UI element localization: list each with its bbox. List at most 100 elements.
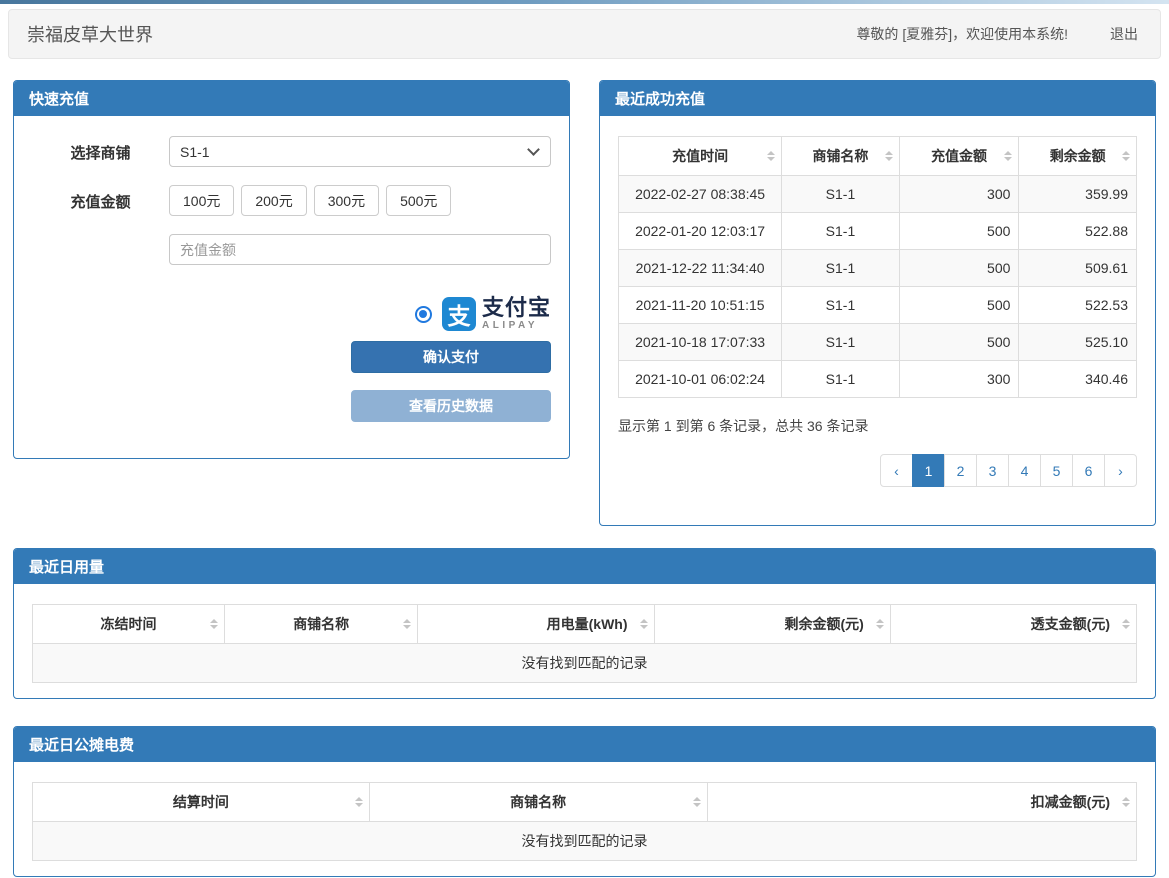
logout-link[interactable]: 退出	[1110, 24, 1138, 44]
cell-shop-name: S1-1	[782, 213, 900, 250]
column-header-power-usage[interactable]: 用电量(kWh)	[418, 605, 654, 644]
amount-500-button[interactable]: 500元	[386, 185, 451, 216]
cell-recharge-amount: 500	[899, 213, 1019, 250]
amount-input[interactable]	[169, 234, 551, 265]
cell-remaining-amount: 340.46	[1019, 361, 1137, 398]
alipay-radio[interactable]	[415, 306, 432, 323]
cell-recharge-time: 2022-01-20 12:03:17	[619, 213, 782, 250]
column-header-overdraft-amount[interactable]: 透支金额(元)	[890, 605, 1136, 644]
cell-recharge-amount: 300	[899, 361, 1019, 398]
top-accent-bar	[0, 0, 1169, 4]
recent-recharge-table: 充值时间 商铺名称 充值金额 剩余金额 2022-02-27 08:38:45 …	[618, 136, 1137, 398]
cell-recharge-time: 2021-12-22 11:34:40	[619, 250, 782, 287]
cell-recharge-time: 2021-11-20 10:51:15	[619, 287, 782, 324]
sort-icon	[1122, 797, 1130, 807]
shop-select[interactable]: S1-1	[169, 136, 551, 167]
shared-fee-panel-title: 最近日公摊电费	[14, 727, 1155, 762]
pagination-prev[interactable]: ‹	[880, 454, 913, 487]
amount-label: 充值金额	[32, 185, 169, 216]
alipay-name: 支付宝	[482, 297, 551, 319]
daily-usage-panel: 最近日用量 冻结时间 商铺名称 用电量(kWh) 剩余金额(元) 透支金额(元)…	[13, 548, 1156, 699]
pagination-page-4[interactable]: 4	[1008, 454, 1041, 487]
sort-icon	[210, 619, 218, 629]
shared-fee-table: 结算时间 商铺名称 扣减金额(元) 没有找到匹配的记录	[32, 782, 1137, 861]
view-history-button[interactable]: 查看历史数据	[351, 390, 551, 422]
sort-icon	[355, 797, 363, 807]
cell-recharge-amount: 500	[899, 287, 1019, 324]
sort-icon	[876, 619, 884, 629]
daily-usage-table: 冻结时间 商铺名称 用电量(kWh) 剩余金额(元) 透支金额(元) 没有找到匹…	[32, 604, 1137, 683]
pagination-page-2[interactable]: 2	[944, 454, 977, 487]
sort-icon	[1122, 619, 1130, 629]
amount-100-button[interactable]: 100元	[169, 185, 234, 216]
empty-row: 没有找到匹配的记录	[33, 644, 1137, 683]
cell-shop-name: S1-1	[782, 361, 900, 398]
cell-recharge-time: 2021-10-18 17:07:33	[619, 324, 782, 361]
table-header-row: 冻结时间 商铺名称 用电量(kWh) 剩余金额(元) 透支金额(元)	[33, 605, 1137, 644]
recent-recharge-panel-title: 最近成功充值	[600, 81, 1155, 116]
cell-shop-name: S1-1	[782, 287, 900, 324]
confirm-pay-button[interactable]: 确认支付	[351, 341, 551, 373]
daily-usage-panel-title: 最近日用量	[14, 549, 1155, 584]
cell-remaining-amount: 525.10	[1019, 324, 1137, 361]
alipay-subtitle: ALIPAY	[482, 320, 551, 331]
table-header-row: 充值时间 商铺名称 充值金额 剩余金额	[619, 137, 1137, 176]
cell-remaining-amount: 509.61	[1019, 250, 1137, 287]
pagination-next[interactable]: ›	[1104, 454, 1137, 487]
table-row: 2022-01-20 12:03:17 S1-1 500 522.88	[619, 213, 1137, 250]
table-row: 2021-10-01 06:02:24 S1-1 300 340.46	[619, 361, 1137, 398]
table-row: 2022-02-27 08:38:45 S1-1 300 359.99	[619, 176, 1137, 213]
pagination-page-1[interactable]: 1	[912, 454, 945, 487]
cell-shop-name: S1-1	[782, 324, 900, 361]
table-row: 2021-12-22 11:34:40 S1-1 500 509.61	[619, 250, 1137, 287]
column-header-shop-name[interactable]: 商铺名称	[782, 137, 900, 176]
alipay-icon: 支	[442, 297, 476, 331]
quick-recharge-panel: 快速充值 选择商铺 S1-1 充值金额 100元 200元 300元 500元	[13, 80, 570, 459]
column-header-shop-name[interactable]: 商铺名称	[369, 783, 707, 822]
shop-select-label: 选择商铺	[32, 136, 169, 167]
no-records-message: 没有找到匹配的记录	[33, 644, 1137, 683]
alipay-logo: 支 支付宝 ALIPAY	[442, 297, 551, 331]
column-header-recharge-amount[interactable]: 充值金额	[899, 137, 1019, 176]
pagination-page-5[interactable]: 5	[1040, 454, 1073, 487]
cell-remaining-amount: 522.88	[1019, 213, 1137, 250]
cell-recharge-amount: 300	[899, 176, 1019, 213]
column-header-settle-time[interactable]: 结算时间	[33, 783, 370, 822]
table-header-row: 结算时间 商铺名称 扣减金额(元)	[33, 783, 1137, 822]
cell-recharge-time: 2022-02-27 08:38:45	[619, 176, 782, 213]
column-header-remaining-amount[interactable]: 剩余金额(元)	[654, 605, 890, 644]
table-row: 2021-11-20 10:51:15 S1-1 500 522.53	[619, 287, 1137, 324]
column-header-freeze-time[interactable]: 冻结时间	[33, 605, 225, 644]
cell-remaining-amount: 359.99	[1019, 176, 1137, 213]
cell-recharge-amount: 500	[899, 324, 1019, 361]
cell-remaining-amount: 522.53	[1019, 287, 1137, 324]
alipay-payment-option[interactable]: 支 支付宝 ALIPAY	[32, 297, 551, 331]
column-header-shop-name[interactable]: 商铺名称	[225, 605, 418, 644]
sort-icon	[767, 151, 775, 161]
column-header-deduct-amount[interactable]: 扣减金额(元)	[707, 783, 1136, 822]
top-row: 快速充值 选择商铺 S1-1 充值金额 100元 200元 300元 500元	[0, 80, 1169, 526]
amount-300-button[interactable]: 300元	[314, 185, 379, 216]
quick-recharge-panel-title: 快速充值	[14, 81, 569, 116]
cell-recharge-amount: 500	[899, 250, 1019, 287]
sort-icon	[1122, 151, 1130, 161]
page-title: 崇福皮草大世界	[27, 21, 153, 47]
sort-icon	[403, 619, 411, 629]
pagination-page-3[interactable]: 3	[976, 454, 1009, 487]
welcome-text: 尊敬的 [夏雅芬]，欢迎使用本系统!	[856, 24, 1068, 44]
no-records-message: 没有找到匹配的记录	[33, 822, 1137, 861]
sort-icon	[1004, 151, 1012, 161]
table-row: 2021-10-18 17:07:33 S1-1 500 525.10	[619, 324, 1137, 361]
cell-shop-name: S1-1	[782, 176, 900, 213]
empty-row: 没有找到匹配的记录	[33, 822, 1137, 861]
header-bar: 崇福皮草大世界 尊敬的 [夏雅芬]，欢迎使用本系统! 退出	[8, 9, 1161, 59]
column-header-remaining-amount[interactable]: 剩余金额	[1019, 137, 1137, 176]
column-header-recharge-time[interactable]: 充值时间	[619, 137, 782, 176]
recent-recharge-panel: 最近成功充值 充值时间 商铺名称 充值金额 剩余金额 2022-02-27 08…	[599, 80, 1156, 526]
amount-200-button[interactable]: 200元	[241, 185, 306, 216]
cell-recharge-time: 2021-10-01 06:02:24	[619, 361, 782, 398]
shared-fee-panel: 最近日公摊电费 结算时间 商铺名称 扣减金额(元) 没有找到匹配的记录	[13, 726, 1156, 877]
record-summary: 显示第 1 到第 6 条记录，总共 36 条记录	[618, 416, 1137, 436]
sort-icon	[693, 797, 701, 807]
pagination-page-6[interactable]: 6	[1072, 454, 1105, 487]
